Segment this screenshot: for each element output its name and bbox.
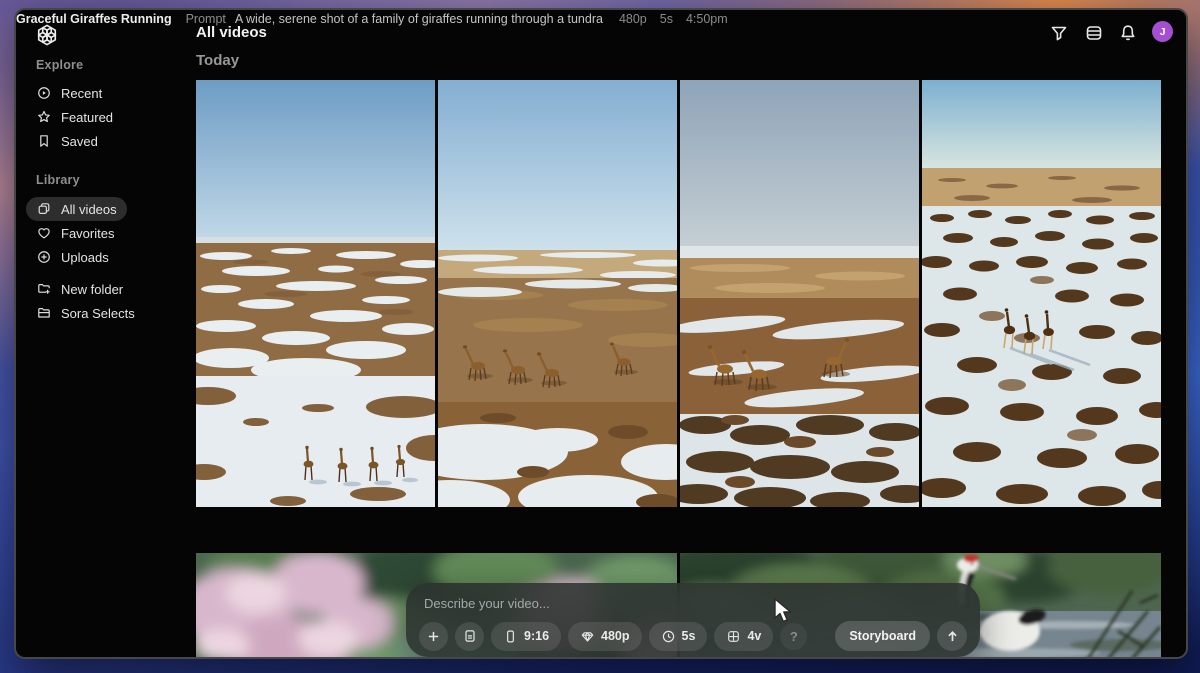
- saved-bookmark-icon: [36, 133, 52, 149]
- page-title: All videos: [196, 24, 267, 41]
- favorites-heart-icon: [36, 225, 52, 241]
- video-time: 4:50pm: [686, 12, 728, 26]
- layout-view-button[interactable]: [1084, 23, 1104, 43]
- video-thumbnail-variant-1[interactable]: [196, 80, 435, 507]
- media-card-button[interactable]: [455, 622, 484, 651]
- arrow-up-icon: [944, 628, 961, 645]
- help-button[interactable]: ?: [780, 623, 807, 650]
- sidebar-item-favorites[interactable]: Favorites: [26, 221, 124, 245]
- aspect-ratio-value: 9:16: [524, 629, 549, 643]
- sidebar-section-library: Library: [36, 173, 80, 187]
- plus-icon: [425, 628, 442, 645]
- sidebar-item-recent[interactable]: Recent: [26, 81, 112, 105]
- bell-icon: [1118, 23, 1138, 43]
- uploads-icon: [36, 249, 52, 265]
- resolution-button[interactable]: 480p: [568, 622, 642, 651]
- sidebar-item-label: Favorites: [61, 226, 114, 241]
- sidebar-item-label: Recent: [61, 86, 102, 101]
- layout-rows-icon: [1084, 23, 1104, 43]
- openai-logo-icon[interactable]: [34, 22, 60, 48]
- video-resolution: 480p: [619, 12, 647, 26]
- sidebar-item-label: All videos: [61, 202, 117, 217]
- composer-toolbar: 9:16 480p 5s 4v ?: [419, 621, 967, 651]
- aspect-ratio-button[interactable]: 9:16: [491, 622, 561, 651]
- grid-icon: [726, 629, 741, 644]
- folder-icon: [36, 305, 52, 321]
- sidebar: Explore Recent Featured Saved Library: [16, 10, 196, 657]
- gem-icon: [580, 629, 595, 644]
- featured-star-icon: [36, 109, 52, 125]
- help-label: ?: [790, 629, 798, 644]
- sidebar-item-new-folder[interactable]: New folder: [26, 277, 133, 301]
- storyboard-button[interactable]: Storyboard: [835, 621, 930, 651]
- sidebar-item-label: Sora Selects: [61, 306, 135, 321]
- sidebar-item-sora-selects[interactable]: Sora Selects: [26, 301, 145, 325]
- sidebar-item-featured[interactable]: Featured: [26, 105, 123, 129]
- resolution-value: 480p: [601, 629, 630, 643]
- sidebar-item-label: New folder: [61, 282, 123, 297]
- phone-portrait-icon: [503, 629, 518, 644]
- sidebar-item-label: Featured: [61, 110, 113, 125]
- app-window: Explore Recent Featured Saved Library: [14, 8, 1188, 659]
- duration-button[interactable]: 5s: [649, 622, 708, 651]
- recent-icon: [36, 85, 52, 101]
- video-thumbnail-variant-2[interactable]: [438, 80, 677, 507]
- video-thumbnail-variant-3[interactable]: [680, 80, 919, 507]
- notifications-button[interactable]: [1118, 23, 1138, 43]
- date-group-label: Today: [196, 52, 239, 69]
- filter-button[interactable]: [1049, 23, 1069, 43]
- add-button[interactable]: [419, 622, 448, 651]
- media-card-icon: [462, 628, 478, 644]
- prompt-input[interactable]: [422, 591, 886, 615]
- filter-icon: [1049, 23, 1069, 43]
- prompt-text: A wide, serene shot of a family of giraf…: [235, 12, 603, 26]
- avatar[interactable]: J: [1152, 21, 1173, 42]
- variations-value: 4v: [747, 629, 761, 643]
- all-videos-icon: [36, 201, 52, 217]
- sidebar-item-all-videos[interactable]: All videos: [26, 197, 127, 221]
- clock-icon: [661, 629, 676, 644]
- prompt-composer: 9:16 480p 5s 4v ?: [406, 583, 980, 657]
- sidebar-item-uploads[interactable]: Uploads: [26, 245, 119, 269]
- storyboard-label: Storyboard: [849, 629, 916, 643]
- video-thumbnail-variant-4[interactable]: [922, 80, 1161, 507]
- sidebar-item-label: Saved: [61, 134, 98, 149]
- sidebar-item-saved[interactable]: Saved: [26, 129, 108, 153]
- new-folder-icon: [36, 281, 52, 297]
- duration-value: 5s: [682, 629, 696, 643]
- variations-button[interactable]: 4v: [714, 622, 773, 651]
- sidebar-section-explore: Explore: [36, 58, 83, 72]
- sidebar-item-label: Uploads: [61, 250, 109, 265]
- video-duration: 5s: [660, 12, 673, 26]
- submit-button[interactable]: [937, 621, 967, 651]
